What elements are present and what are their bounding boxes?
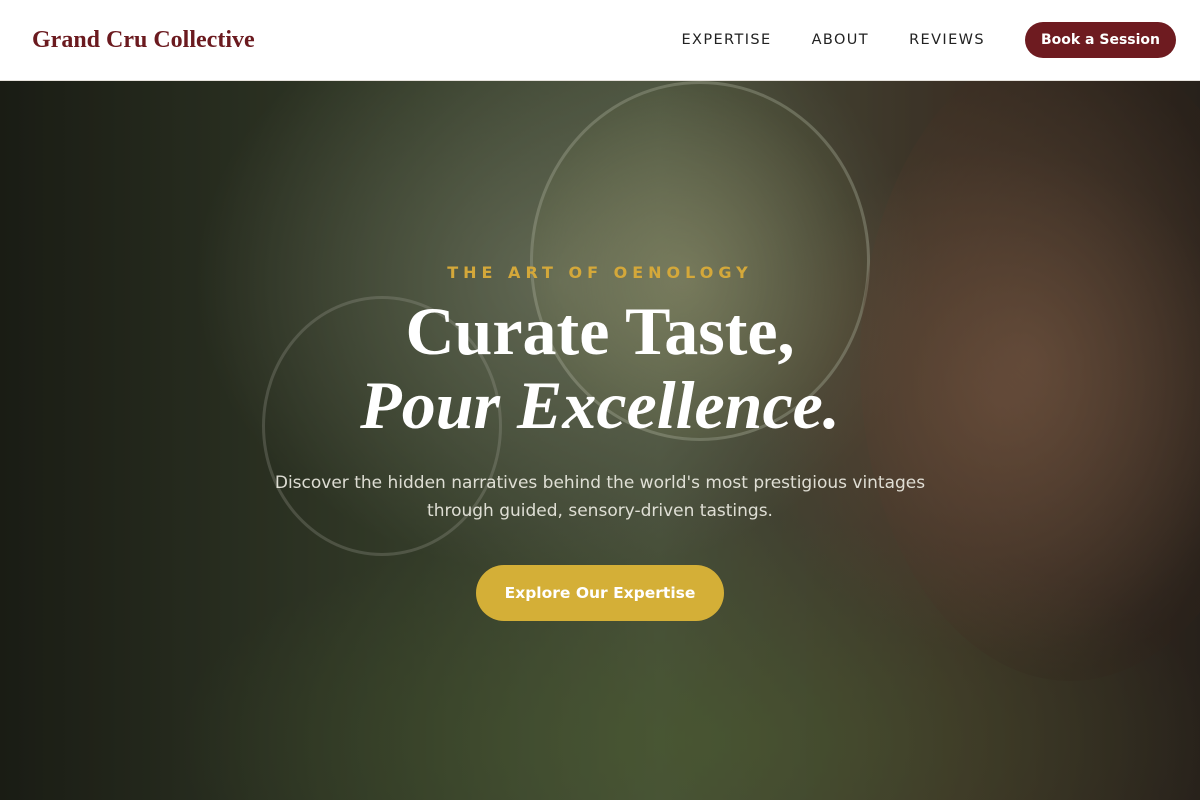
main-nav: EXPERTISE ABOUT REVIEWS Book a Session bbox=[681, 22, 1176, 58]
hero-subtitle: Discover the hidden narratives behind th… bbox=[274, 473, 926, 521]
explore-expertise-button[interactable]: Explore Our Expertise bbox=[476, 565, 724, 621]
hero-section: THE ART OF OENOLOGY Curate Taste, Pour E… bbox=[0, 81, 1200, 800]
brand-logo[interactable]: Grand Cru Collective bbox=[32, 27, 255, 54]
hero-headline-line2: Pour Excellence. bbox=[360, 367, 840, 443]
nav-link-reviews[interactable]: REVIEWS bbox=[909, 32, 985, 48]
site-header: Grand Cru Collective EXPERTISE ABOUT REV… bbox=[0, 0, 1200, 81]
book-session-button[interactable]: Book a Session bbox=[1025, 22, 1176, 58]
nav-link-about[interactable]: ABOUT bbox=[812, 32, 870, 48]
hero-eyebrow: THE ART OF OENOLOGY bbox=[447, 263, 753, 282]
nav-link-expertise[interactable]: EXPERTISE bbox=[681, 32, 771, 48]
hero-content: THE ART OF OENOLOGY Curate Taste, Pour E… bbox=[0, 81, 1200, 800]
hero-headline-line1: Curate Taste, bbox=[405, 293, 795, 369]
